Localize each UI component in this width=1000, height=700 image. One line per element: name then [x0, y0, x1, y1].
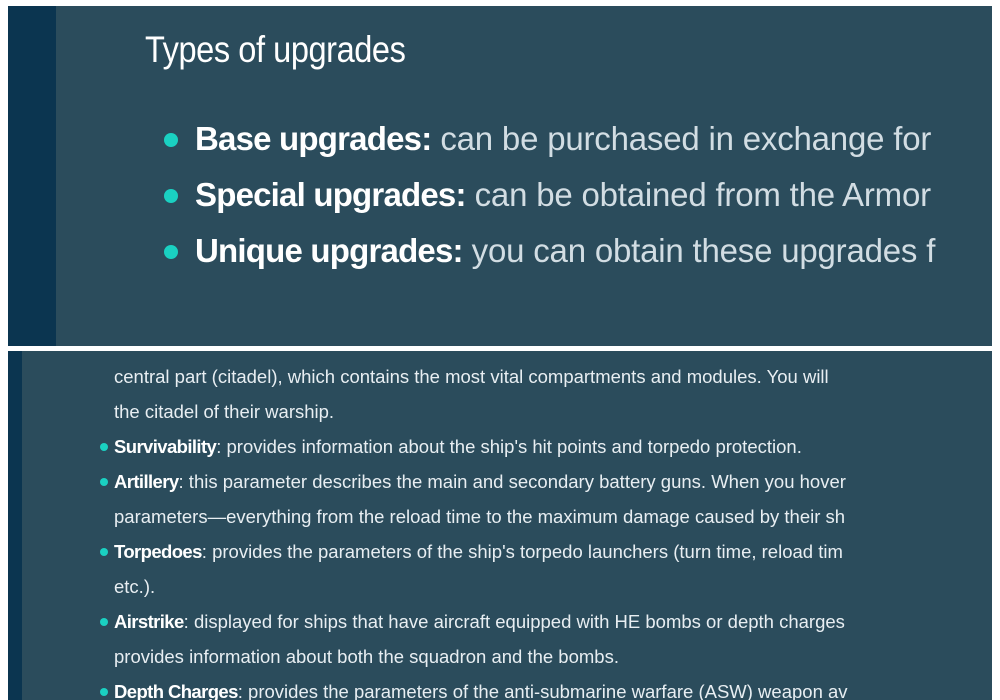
item-text: : this parameter describes the main and … [178, 471, 846, 492]
item-text: : displayed for ships that have aircraft… [183, 611, 845, 632]
bullet-icon [100, 688, 108, 696]
list-item: Artillery: this parameter describes the … [100, 464, 992, 534]
item-term: Base upgrades: [195, 120, 432, 157]
list-item: Special upgrades: can be obtained from t… [160, 167, 935, 223]
bullet-icon [100, 478, 108, 486]
parameters-list: Survivability: provides information abou… [100, 429, 992, 700]
item-term: Unique upgrades: [195, 232, 464, 269]
bullet-icon [164, 245, 178, 259]
intro-line: the citadel of their warship. [114, 401, 335, 422]
panel-accent-bar [8, 6, 56, 346]
list-item: Base upgrades: can be purchased in excha… [160, 111, 935, 167]
item-continuation: etc.). [114, 576, 156, 597]
item-continuation: parameters—everything from the reload ti… [114, 506, 846, 527]
upgrades-list: Base upgrades: can be purchased in excha… [160, 111, 935, 279]
parameters-panel: central part (citadel), which contains t… [8, 351, 992, 700]
parameters-content: central part (citadel), which contains t… [100, 359, 992, 700]
item-text: can be purchased in exchange for [431, 120, 932, 157]
list-item: Airstrike: displayed for ships that have… [100, 604, 992, 674]
item-text: you can obtain these upgrades f [462, 232, 936, 269]
section-title: Types of upgrades [145, 29, 406, 70]
item-term: Airstrike [114, 611, 184, 632]
upgrades-panel: Types of upgrades Base upgrades: can be … [8, 6, 992, 346]
list-item: Survivability: provides information abou… [100, 429, 992, 464]
item-text: : provides the parameters of the ship's … [201, 541, 843, 562]
item-term: Artillery [114, 471, 179, 492]
bullet-icon [100, 443, 108, 451]
bullet-icon [164, 189, 178, 203]
list-item: Depth Charges: provides the parameters o… [100, 674, 992, 700]
item-continuation: provides information about both the squa… [114, 646, 619, 667]
list-item: Unique upgrades: you can obtain these up… [160, 223, 935, 279]
item-text: : provides information about the ship's … [216, 436, 802, 457]
bullet-icon [164, 133, 178, 147]
item-text: : provides the parameters of the anti-su… [237, 681, 848, 700]
intro-line: central part (citadel), which contains t… [114, 366, 829, 387]
item-term: Survivability [114, 436, 217, 457]
item-term: Torpedoes [114, 541, 202, 562]
item-text: can be obtained from the Armor [465, 176, 931, 213]
item-term: Special upgrades: [195, 176, 466, 213]
bullet-icon [100, 548, 108, 556]
panel-accent-bar [8, 351, 22, 700]
list-item: Torpedoes: provides the parameters of th… [100, 534, 992, 604]
item-term: Depth Charges [114, 681, 238, 700]
bullet-icon [100, 618, 108, 626]
